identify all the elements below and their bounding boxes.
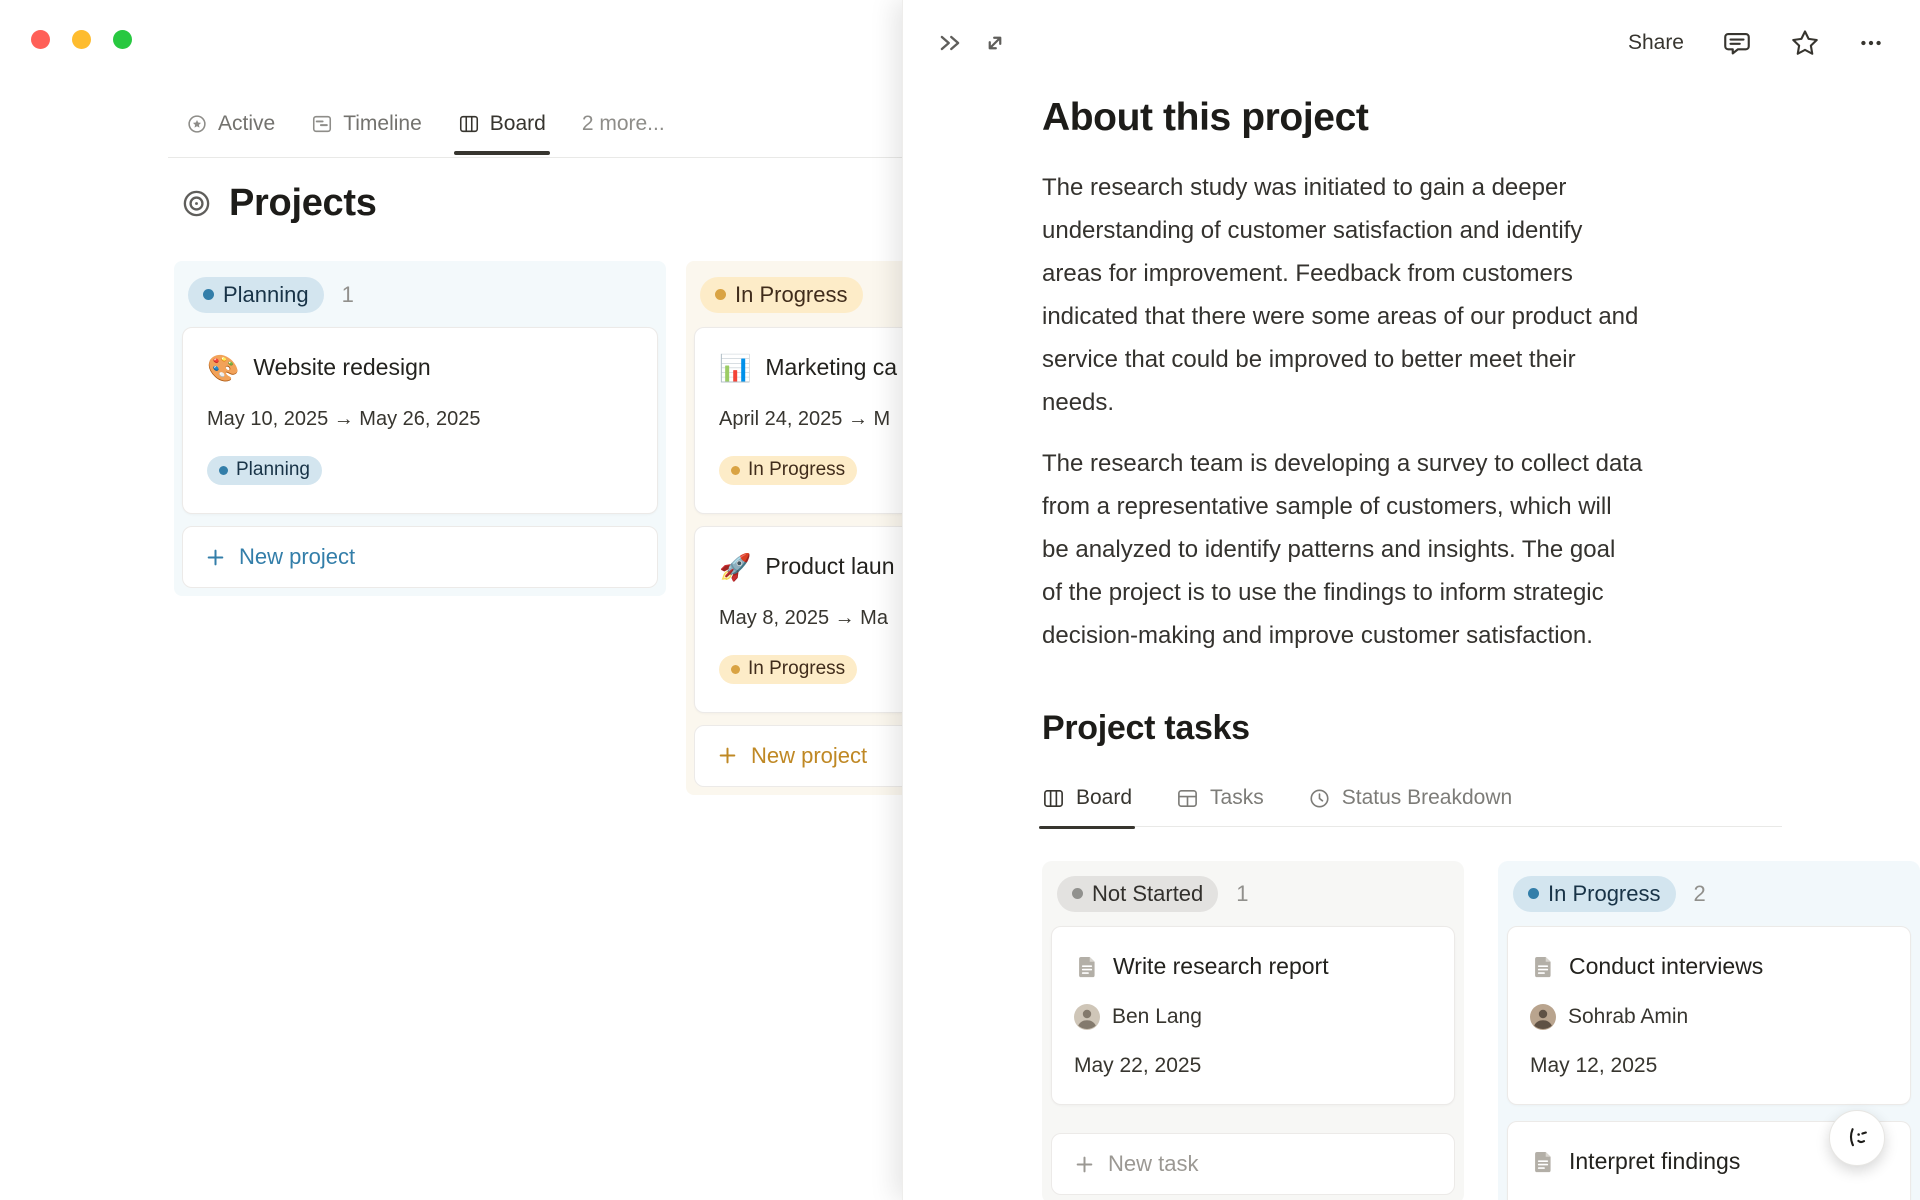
assignee-name: Ben Lang: [1112, 1005, 1202, 1029]
view-tab-more[interactable]: 2 more...: [582, 112, 665, 136]
card-status-badge: In Progress: [719, 456, 858, 486]
tasks-view-tabs: Board Tasks Status Breakdown: [1038, 786, 1782, 829]
peek-page-title: About this project: [1042, 96, 1369, 139]
status-dot: [715, 289, 726, 301]
favorite-star-icon[interactable]: [1790, 28, 1820, 58]
task-title: Conduct interviews: [1569, 953, 1764, 980]
view-tab-active[interactable]: Active: [186, 112, 275, 136]
view-tab-timeline[interactable]: Timeline: [311, 112, 422, 136]
status-dot: [1072, 888, 1083, 900]
notion-ai-button[interactable]: [1829, 1110, 1885, 1166]
tasks-board: Not Started 1 Write research report Ben …: [1042, 861, 1920, 1200]
plus-icon: [717, 745, 738, 766]
status-dot: [731, 664, 740, 674]
palette-emoji-icon: 🎨: [207, 352, 240, 383]
page-doc-icon: [1530, 1149, 1556, 1175]
task-date: May 12, 2025: [1530, 1054, 1658, 1078]
status-badge-planning[interactable]: Planning: [188, 277, 324, 314]
page-doc-icon: [1074, 954, 1100, 980]
view-tab-board[interactable]: Board: [453, 112, 550, 155]
view-tab-label: Timeline: [343, 112, 422, 135]
assignee-avatar: [1530, 1004, 1556, 1031]
page-title: Projects: [181, 182, 377, 225]
assignee-name: Sohrab Amin: [1568, 1005, 1689, 1029]
project-card-website-redesign[interactable]: 🎨 Website redesign May 10, 2025 → May 26…: [182, 327, 658, 515]
view-tab-label: Board: [489, 112, 546, 135]
tasks-tab-board[interactable]: Board: [1038, 786, 1136, 829]
ai-face-icon: [1843, 1124, 1871, 1152]
clock-icon: [1308, 787, 1331, 810]
plus-icon: [1074, 1154, 1095, 1175]
about-paragraph-2: The research team is developing a survey…: [1042, 450, 1643, 649]
bar-chart-emoji-icon: 📊: [719, 352, 752, 383]
target-icon: [181, 188, 212, 219]
column-header: Not Started 1: [1051, 870, 1455, 926]
task-date: May 22, 2025: [1074, 1054, 1202, 1078]
status-dot: [219, 465, 228, 475]
card-title: Website redesign: [253, 354, 431, 381]
task-card-write-research-report[interactable]: Write research report Ben Lang May 22, 2…: [1051, 926, 1455, 1106]
tasks-tab-status-breakdown[interactable]: Status Breakdown: [1308, 786, 1512, 810]
status-badge-not-started[interactable]: Not Started: [1057, 876, 1219, 913]
status-dot: [731, 465, 740, 475]
comment-icon[interactable]: [1722, 28, 1752, 58]
peek-toolbar: Share: [903, 0, 1920, 66]
tasks-section-title: Project tasks: [1042, 709, 1250, 747]
plus-icon: [205, 547, 226, 568]
column-count: 1: [341, 282, 354, 308]
zoom-window-button[interactable]: [113, 30, 132, 49]
page-title-text: Projects: [229, 182, 377, 224]
column-header: In Progress 2: [1507, 870, 1911, 926]
about-paragraph-1: The research study was initiated to gain…: [1042, 174, 1639, 416]
card-title: Product laun: [765, 553, 895, 580]
card-date-range: May 10, 2025 → May 26, 2025: [207, 408, 481, 431]
circled-star-view-icon: [186, 113, 208, 135]
minimize-window-button[interactable]: [72, 30, 91, 49]
new-task-button[interactable]: New task: [1051, 1133, 1455, 1196]
board-column-not-started: Not Started 1 Write research report Ben …: [1042, 861, 1464, 1200]
card-status-badge: In Progress: [719, 655, 858, 684]
board-column-planning: Planning 1 🎨 Website redesign May 10, 20…: [174, 261, 666, 597]
expand-page-button[interactable]: [981, 29, 1009, 57]
share-button[interactable]: Share: [1628, 31, 1684, 55]
status-dot: [1528, 888, 1539, 900]
timeline-view-icon: [311, 113, 333, 135]
status-badge-in-progress[interactable]: In Progress: [700, 277, 863, 314]
view-tab-label: Active: [218, 112, 276, 135]
table-view-icon: [1176, 787, 1199, 810]
status-dot: [203, 289, 214, 301]
page-doc-icon: [1530, 954, 1556, 980]
status-badge-in-progress[interactable]: In Progress: [1513, 876, 1676, 913]
task-title: Interpret findings: [1569, 1148, 1741, 1175]
column-header: Planning 1: [182, 269, 658, 327]
card-status-badge: Planning: [207, 456, 322, 486]
side-peek-panel: Share About this project The research st…: [902, 0, 1920, 1200]
task-card-conduct-interviews[interactable]: Conduct interviews Sohrab Amin May 12, 2…: [1507, 926, 1911, 1106]
new-project-button[interactable]: New project: [182, 526, 658, 589]
notion-window: Active Timeline Board 2 more... Projects…: [0, 0, 1920, 1200]
view-tab-label: 2 more...: [581, 112, 665, 135]
database-view-tabs: Active Timeline Board 2 more...: [186, 112, 665, 155]
card-title: Marketing ca: [765, 354, 898, 381]
tasks-tab-tasks[interactable]: Tasks: [1176, 786, 1264, 810]
column-count: 2: [1693, 881, 1706, 907]
assignee-avatar: [1074, 1004, 1100, 1031]
rocket-emoji-icon: 🚀: [719, 551, 752, 582]
close-peek-button[interactable]: [935, 28, 965, 58]
board-view-icon: [1042, 787, 1065, 810]
close-window-button[interactable]: [31, 30, 50, 49]
more-options-icon[interactable]: [1858, 30, 1884, 56]
column-count: 1: [1236, 881, 1249, 907]
task-title: Write research report: [1113, 953, 1329, 980]
window-controls: [31, 30, 132, 49]
board-view-icon: [458, 113, 480, 135]
